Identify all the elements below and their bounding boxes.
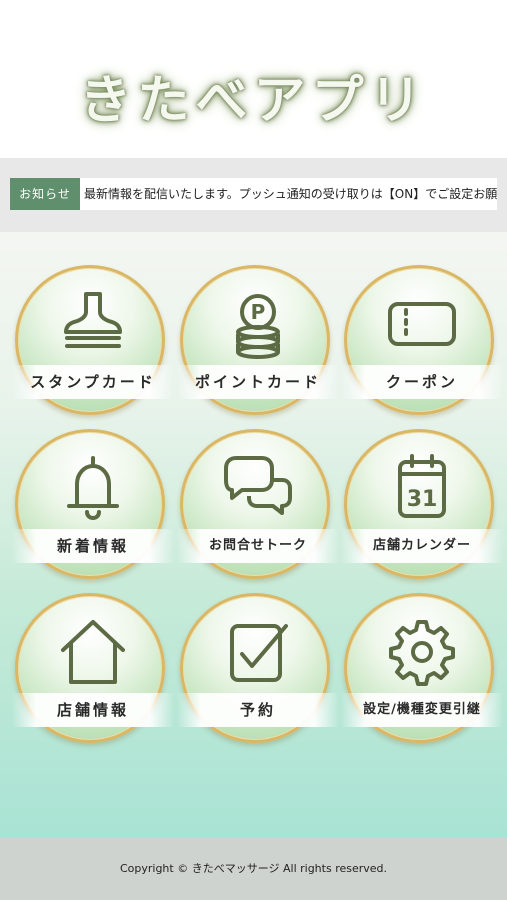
menu-stamp-card-button[interactable]: スタンプカード (12, 265, 174, 415)
stamp-icon (55, 286, 131, 362)
menu-store-info-button[interactable]: 店舗情報 (12, 593, 174, 743)
menu-reservation-button[interactable]: 予約 (177, 593, 339, 743)
menu-grid: スタンプカード P ポイントカード クーポン 新着情報 お問合せトーク 31 店… (0, 232, 507, 838)
menu-settings-button[interactable]: 設定/機種変更引継 (341, 593, 503, 743)
calendar-icon: 31 (384, 450, 460, 526)
bell-icon (55, 450, 131, 526)
news-ticker-text: 最新情報を配信いたします。プッシュ通知の受け取りは【ON】でご設定お願いします。 (84, 187, 497, 201)
menu-label: 新着情報 (12, 529, 174, 563)
chat-bubbles-icon (220, 450, 296, 526)
menu-coupon-button[interactable]: クーポン (341, 265, 503, 415)
home-icon (55, 614, 131, 690)
menu-label: 店舗情報 (12, 693, 174, 727)
news-ticker-bar[interactable]: お知らせ 最新情報を配信いたします。プッシュ通知の受け取りは【ON】でご設定お願… (10, 178, 497, 210)
menu-label: お問合せトーク (177, 529, 339, 563)
menu-label: 設定/機種変更引継 (341, 693, 503, 727)
menu-label: 予約 (177, 693, 339, 727)
coupon-ticket-icon (384, 286, 460, 362)
menu-inquiry-talk-button[interactable]: お問合せトーク (177, 429, 339, 579)
point-icon-letter: P (251, 300, 266, 324)
app-header: きたべアプリ (0, 0, 507, 158)
menu-store-calendar-button[interactable]: 31 店舗カレンダー (341, 429, 503, 579)
news-badge: お知らせ (10, 178, 80, 210)
menu-label: スタンプカード (12, 365, 174, 399)
menu-news-button[interactable]: 新着情報 (12, 429, 174, 579)
calendar-icon-day: 31 (407, 487, 438, 512)
app-title: きたべアプリ (79, 71, 428, 131)
menu-label: クーポン (341, 365, 503, 399)
checkbox-icon (220, 614, 296, 690)
point-coins-icon: P (220, 286, 296, 362)
gear-icon (384, 614, 460, 690)
menu-label: ポイントカード (177, 365, 339, 399)
menu-label: 店舗カレンダー (341, 529, 503, 563)
footer: Copyright © きたべマッサージ All rights reserved… (0, 838, 507, 900)
copyright-text: Copyright © きたべマッサージ All rights reserved… (119, 862, 388, 875)
menu-point-card-button[interactable]: P ポイントカード (177, 265, 339, 415)
